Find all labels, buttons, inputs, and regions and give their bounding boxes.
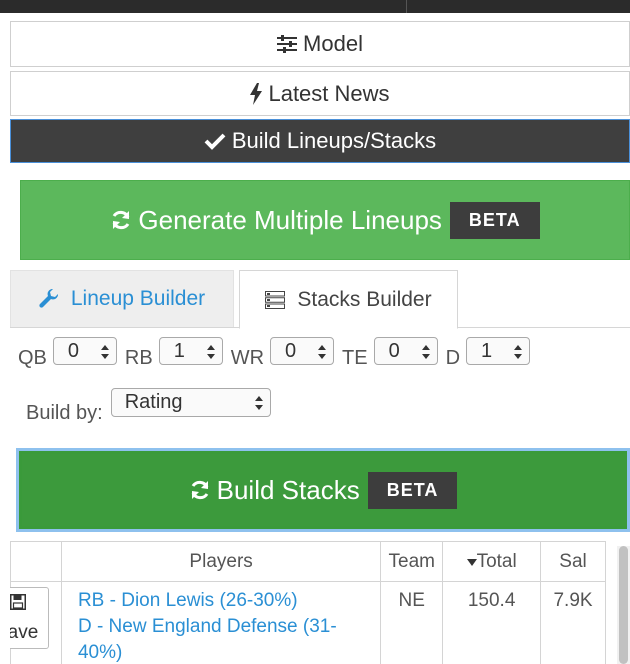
qb-value: 0 [67, 340, 80, 362]
build-stacks-label: Build Stacks [216, 474, 360, 505]
player-link[interactable]: D - New England Defense (31-40%) [78, 614, 364, 664]
total-header-label: Total [476, 550, 517, 572]
refresh-icon [191, 480, 208, 500]
beta-badge: BETA [367, 471, 458, 509]
build-by-label: Build by: [26, 402, 103, 424]
rb-value: 1 [173, 340, 185, 362]
sal-header-label: Sal [559, 550, 587, 572]
updown-arrow-icon [206, 345, 215, 359]
updown-arrow-icon [318, 345, 327, 359]
tab-lineup-builder-label: Lineup Builder [70, 287, 206, 310]
floppy-disk-icon [10, 594, 26, 610]
top-bar-divider [406, 0, 407, 13]
latest-news-label: Latest News [268, 80, 390, 106]
updown-arrow-icon [100, 345, 109, 359]
build-lineups-stacks-label: Build Lineups/Stacks [231, 128, 437, 153]
top-bar [0, 0, 630, 13]
team-column-header[interactable]: Team [380, 541, 444, 582]
player-link[interactable]: RB - Dion Lewis (26-30%) [78, 588, 364, 614]
table-header-row: Players Team Total Sal [10, 541, 606, 582]
wr-select[interactable]: 0 [270, 337, 335, 365]
updown-arrow-icon [514, 345, 523, 359]
save-button[interactable]: Save [10, 587, 49, 649]
d-select[interactable]: 1 [466, 337, 531, 365]
te-select[interactable]: 0 [373, 337, 438, 365]
latest-news-button[interactable]: Latest News [10, 71, 630, 116]
updown-arrow-icon [254, 396, 263, 410]
sal-column-header[interactable]: Sal [540, 541, 606, 582]
qb-label: QB [18, 347, 47, 369]
rb-label: RB [124, 347, 153, 369]
total-cell: 150.4 [442, 581, 542, 664]
model-button[interactable]: Model [10, 21, 630, 67]
d-value: 1 [481, 340, 493, 362]
server-icon [265, 290, 286, 309]
tab-stacks-builder-label: Stacks Builder [297, 287, 432, 311]
build-by-value: Rating [124, 391, 183, 413]
te-value: 0 [388, 340, 400, 362]
team-header-label: Team [388, 550, 435, 572]
sliders-icon [277, 35, 298, 53]
save-label: Save [10, 622, 39, 643]
position-selectors: QB 0 RB 1 WR 0 TE 0 D 1 [18, 337, 538, 369]
bolt-icon [250, 82, 263, 105]
wr-label: WR [230, 347, 265, 369]
updown-arrow-icon [421, 345, 430, 359]
sort-desc-icon [466, 558, 477, 566]
build-stacks-button[interactable]: Build Stacks BETA [16, 448, 630, 532]
sal-cell: 7.9K [540, 581, 606, 664]
check-icon [204, 133, 226, 150]
rb-select[interactable]: 1 [158, 337, 223, 365]
generate-multiple-lineups-button[interactable]: Generate Multiple Lineups BETA [20, 180, 630, 260]
build-lineups-stacks-button[interactable]: Build Lineups/Stacks [10, 119, 630, 163]
model-label: Model [303, 31, 363, 56]
save-column-header [10, 541, 62, 582]
builder-tabs: Lineup Builder Stacks Builder [10, 270, 630, 329]
scrollbar-thumb[interactable] [619, 546, 628, 664]
generate-multiple-lineups-label: Generate Multiple Lineups [138, 204, 442, 235]
tab-stacks-builder[interactable]: Stacks Builder [239, 270, 458, 329]
tab-lineup-builder[interactable]: Lineup Builder [10, 270, 234, 327]
table-scrollbar[interactable] [617, 546, 630, 664]
build-stacks-content: Build Stacks BETA [189, 471, 458, 509]
beta-badge: BETA [449, 201, 540, 239]
wr-value: 0 [285, 340, 297, 362]
te-label: TE [342, 347, 368, 369]
qb-select[interactable]: 0 [52, 337, 117, 365]
table-row: Save RB - Dion Lewis (26-30%) D - New En… [10, 581, 606, 664]
players-cell: RB - Dion Lewis (26-30%) D - New England… [60, 581, 382, 664]
stacks-table: Players Team Total Sal Save [10, 541, 606, 664]
team-cell: NE [380, 581, 444, 664]
d-label: D [445, 347, 461, 369]
refresh-icon [113, 210, 130, 230]
save-cell: Save [10, 581, 62, 664]
players-header-label: Players [189, 550, 253, 572]
build-by-row: Build by: Rating [26, 380, 271, 425]
total-column-header[interactable]: Total [442, 541, 542, 582]
players-column-header[interactable]: Players [60, 541, 382, 582]
build-by-select[interactable]: Rating [110, 388, 271, 417]
wrench-icon [39, 289, 58, 308]
